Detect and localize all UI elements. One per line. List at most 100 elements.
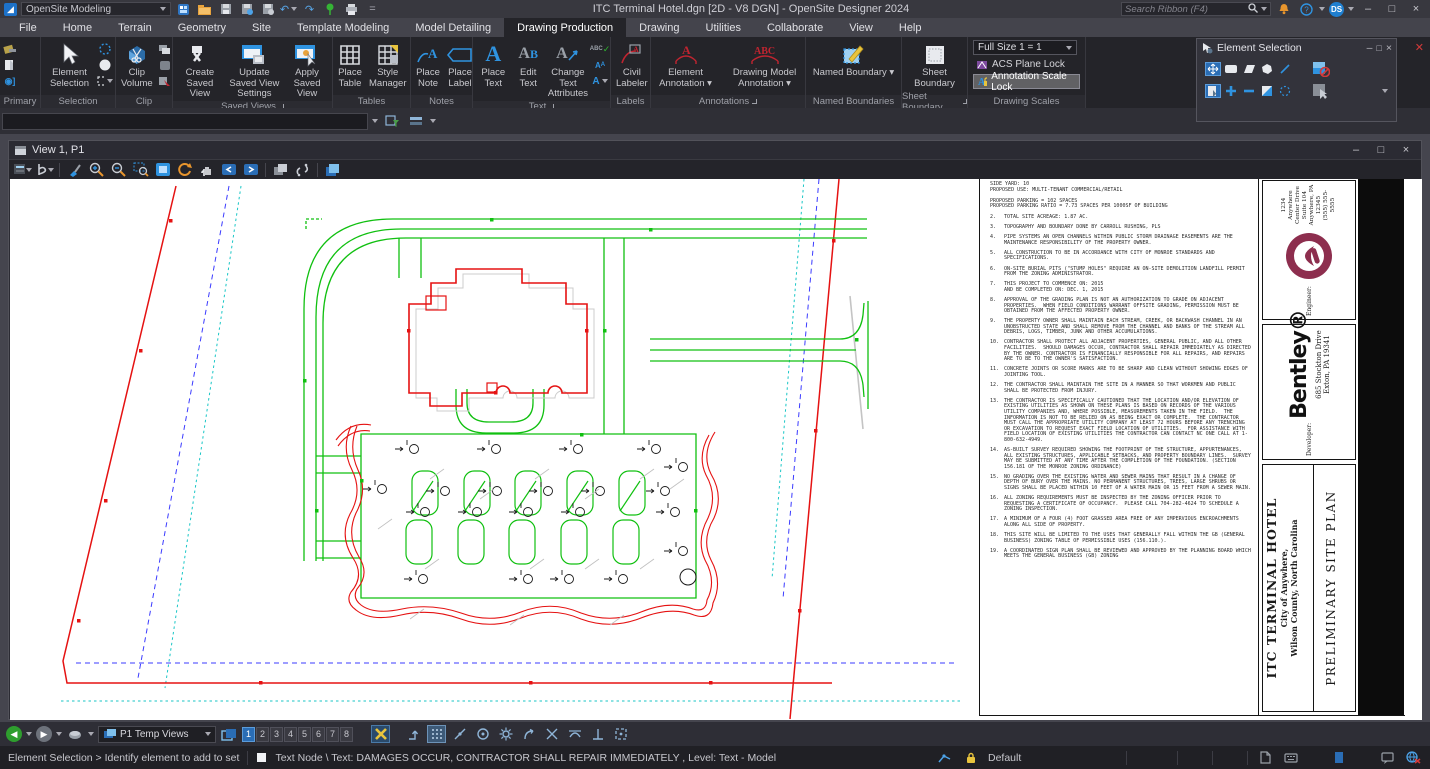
es-invert-mode-icon[interactable] bbox=[1259, 84, 1275, 98]
display-style-icon[interactable] bbox=[35, 161, 54, 178]
close-button[interactable]: × bbox=[1406, 1, 1426, 17]
view-attributes-icon[interactable] bbox=[13, 161, 32, 178]
view-number-button[interactable]: 4 bbox=[284, 726, 297, 742]
keyboard-status-icon[interactable] bbox=[1282, 750, 1300, 766]
view-groups-icon[interactable] bbox=[175, 2, 192, 17]
es-block-mode-icon[interactable] bbox=[1223, 62, 1239, 76]
restore-button[interactable]: □ bbox=[1382, 1, 1402, 17]
ribbon-tab[interactable]: Drawing bbox=[626, 18, 692, 37]
rotate-view-icon[interactable] bbox=[175, 161, 194, 178]
keyin-caret-icon[interactable] bbox=[372, 119, 378, 123]
place-table-button[interactable]: Place Table bbox=[335, 40, 365, 90]
drawing-scale-select[interactable]: Full Size 1 = 1 bbox=[973, 40, 1077, 55]
building-outline[interactable] bbox=[408, 268, 588, 407]
text-styles-icon[interactable]: A bbox=[592, 74, 608, 88]
es-subtract-mode-icon[interactable] bbox=[1241, 84, 1257, 98]
zoom-in-icon[interactable] bbox=[87, 161, 106, 178]
zoom-out-icon[interactable] bbox=[109, 161, 128, 178]
account-caret-icon[interactable] bbox=[1348, 7, 1354, 11]
es-expand-caret-icon[interactable] bbox=[1382, 89, 1388, 93]
ribbon-tab[interactable]: Terrain bbox=[105, 18, 165, 37]
redo-view-caret-icon[interactable] bbox=[56, 732, 62, 736]
save-as-icon[interactable] bbox=[238, 2, 255, 17]
edit-text-button[interactable]: AB Edit Text bbox=[513, 40, 544, 90]
snap-tangent-icon[interactable] bbox=[565, 725, 584, 743]
view-minimize-button[interactable]: – bbox=[1346, 142, 1366, 158]
explorer-icon[interactable] bbox=[2, 42, 18, 56]
message-center-icon[interactable] bbox=[1378, 750, 1396, 766]
snap-intersection-icon[interactable] bbox=[542, 725, 561, 743]
ribbon-tab[interactable]: Utilities bbox=[693, 18, 754, 37]
element-annotation-button[interactable]: A Element Annotation ▾ bbox=[653, 40, 718, 90]
help-caret-icon[interactable] bbox=[1319, 7, 1325, 11]
view-number-button[interactable]: 2 bbox=[256, 726, 269, 742]
style-manager-button[interactable]: Style Manager bbox=[366, 40, 410, 90]
named-boundary-button[interactable]: Named Boundary ▾ bbox=[810, 40, 897, 80]
window-area-icon[interactable] bbox=[131, 161, 150, 178]
pan-view-icon[interactable] bbox=[197, 161, 216, 178]
view-number-button[interactable]: 1 bbox=[242, 726, 255, 742]
element-selection-button[interactable]: Element Selection bbox=[43, 40, 96, 90]
select-rect-icon[interactable] bbox=[97, 74, 113, 88]
apply-saved-view-button[interactable]: Apply Saved View bbox=[284, 40, 330, 101]
adjust-view-brush-icon[interactable] bbox=[65, 161, 84, 178]
view-flag-icon[interactable] bbox=[323, 161, 342, 178]
drawing-canvas[interactable]: SIDE YARD: 10 PROPOSED USE: MULTI-TENANT… bbox=[10, 179, 1422, 720]
user-avatar[interactable]: DS bbox=[1329, 1, 1344, 17]
ribbon-tab[interactable]: Collaborate bbox=[754, 18, 836, 37]
open-file-icon[interactable] bbox=[196, 2, 213, 17]
dialog-maximize-button[interactable]: □ bbox=[1376, 43, 1381, 53]
ribbon-tab[interactable]: Model Detailing bbox=[402, 18, 504, 37]
save-icon[interactable] bbox=[217, 2, 234, 17]
view-number-button[interactable]: 8 bbox=[340, 726, 353, 742]
help-icon[interactable]: ? bbox=[1297, 1, 1315, 17]
active-level-label[interactable]: Default bbox=[988, 752, 1118, 764]
snap-keypoint-icon[interactable] bbox=[427, 725, 446, 743]
temp-views-dropdown[interactable]: P1 Temp Views bbox=[98, 725, 216, 743]
clip-volume-button[interactable]: Clip Volume bbox=[118, 40, 156, 90]
ribbon-tab[interactable]: Geometry bbox=[165, 18, 239, 37]
view-close-button[interactable]: × bbox=[1396, 142, 1416, 158]
undo-view-caret-icon[interactable] bbox=[26, 732, 32, 736]
update-saved-view-button[interactable]: Update Saved View Settings bbox=[226, 40, 283, 101]
snap-nearest-icon[interactable] bbox=[404, 725, 423, 743]
place-note-button[interactable]: A Place Note bbox=[413, 40, 443, 90]
view-next-icon[interactable] bbox=[241, 161, 260, 178]
view-restore-button[interactable]: □ bbox=[1371, 142, 1391, 158]
print-icon[interactable] bbox=[343, 2, 360, 17]
spell-check-icon[interactable]: ABC ✓ bbox=[590, 42, 611, 56]
es-add-mode-icon[interactable] bbox=[1223, 84, 1239, 98]
ribbon-tab[interactable]: View bbox=[836, 18, 886, 37]
view-sync-icon[interactable] bbox=[293, 161, 312, 178]
annotation-scale-lock-toggle[interactable]: A Annotation Scale Lock bbox=[973, 71, 1080, 93]
es-line-mode-icon[interactable] bbox=[1277, 62, 1293, 76]
es-shape-mode-icon[interactable] bbox=[1241, 62, 1257, 76]
dialog-minimize-button[interactable]: – bbox=[1367, 42, 1373, 54]
view-number-button[interactable]: 5 bbox=[298, 726, 311, 742]
connection-offline-icon[interactable] bbox=[1404, 750, 1422, 766]
accudraw-toggle-icon[interactable] bbox=[371, 725, 390, 743]
snap-perpendicular-icon[interactable] bbox=[588, 725, 607, 743]
es-clear-mode-icon[interactable] bbox=[1277, 84, 1293, 98]
civil-labeler-button[interactable]: A Civil Labeler bbox=[613, 40, 651, 90]
place-text-button[interactable]: A Place Text bbox=[475, 40, 512, 90]
snap-midpoint-icon[interactable] bbox=[450, 725, 469, 743]
view-toggles-icon[interactable] bbox=[220, 726, 238, 742]
es-circle-mode-icon[interactable] bbox=[1259, 62, 1275, 76]
es-individual-mode-icon[interactable] bbox=[1205, 62, 1221, 76]
select-fence-icon[interactable] bbox=[97, 42, 113, 56]
ribbon-tab[interactable]: File bbox=[6, 18, 50, 37]
ribbon-tab[interactable]: Drawing Production bbox=[504, 18, 627, 37]
text-case-icon[interactable]: AA bbox=[592, 58, 608, 72]
create-saved-view-button[interactable]: Create Saved View bbox=[175, 40, 225, 101]
level-display-icon[interactable]: ◉] bbox=[2, 74, 18, 88]
view-display-mode-icon[interactable] bbox=[66, 726, 84, 742]
customize-toolbar-icon[interactable]: = bbox=[364, 2, 381, 17]
clipboard-status-icon[interactable] bbox=[1256, 750, 1274, 766]
copy-view-icon[interactable] bbox=[271, 161, 290, 178]
ribbon-tab[interactable]: Template Modeling bbox=[284, 18, 402, 37]
document-status-icon[interactable] bbox=[1330, 750, 1348, 766]
ribbon-tab[interactable]: Help bbox=[886, 18, 935, 37]
drawing-model-annotation-button[interactable]: ABC Drawing Model Annotation ▾ bbox=[726, 40, 803, 90]
view-display-caret-icon[interactable] bbox=[88, 732, 94, 736]
